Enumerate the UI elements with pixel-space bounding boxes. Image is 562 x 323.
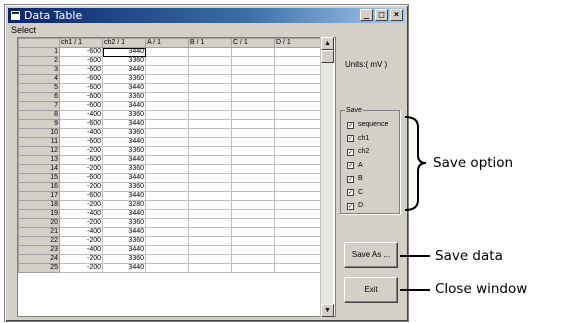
annotation-save-data: Save data: [435, 248, 503, 264]
save-option-brace: [404, 116, 427, 211]
annotation-save-option: Save option: [433, 155, 514, 171]
annotation-close-window: Close window: [435, 281, 528, 297]
